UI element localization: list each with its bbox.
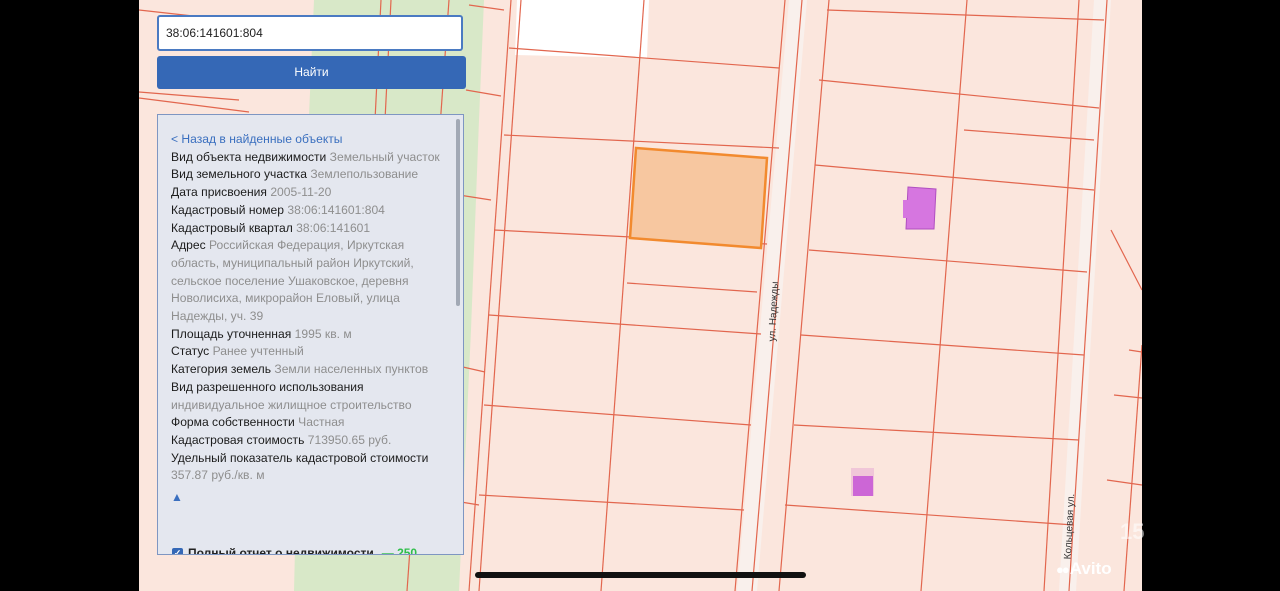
back-to-results-link[interactable]: < Назад в найденные объекты — [171, 131, 454, 149]
field-object-type: Вид объекта недвижимости Земельный участ… — [171, 149, 454, 167]
field-value: Российская Федерация, Иркутская область,… — [171, 238, 414, 324]
field-unit-value: Удельный показатель кадастровой стоимост… — [171, 450, 454, 485]
field-value: 38:06:141601:804 — [287, 202, 385, 217]
field-label: Кадастровый квартал — [171, 220, 293, 235]
field-cadastral-quarter: Кадастровый квартал 38:06:141601 — [171, 220, 454, 238]
field-value: 2005-11-20 — [270, 185, 332, 200]
field-value: 713950.65 руб. — [307, 432, 392, 447]
field-label: Вид земельного участка — [171, 167, 307, 182]
field-area: Площадь уточненная 1995 кв. м — [171, 326, 454, 344]
collapse-up-icon[interactable]: ▲ — [171, 489, 454, 507]
field-value: Землепользование — [310, 167, 419, 182]
building — [853, 476, 873, 496]
field-value: 1995 кв. м — [294, 326, 352, 341]
field-ownership: Форма собственности Частная — [171, 414, 454, 432]
field-value: индивидуальное жилищное строительство — [171, 397, 412, 412]
avito-logo: ●● Avito — [1056, 559, 1112, 579]
report-label: Полный отчет о недвижимости — [188, 546, 374, 555]
field-assignment-date: Дата присвоения 2005-11-20 — [171, 184, 454, 202]
full-report-option[interactable]: ✓ Полный отчет о недвижимости — 250 — [172, 546, 418, 555]
field-value: Частная — [298, 415, 345, 430]
field-label: Кадастровая стоимость — [171, 432, 305, 447]
search-button[interactable]: Найти — [157, 56, 466, 89]
selected-parcel[interactable] — [628, 146, 769, 250]
building-annex — [903, 200, 909, 218]
field-label: Вид объекта недвижимости — [171, 149, 327, 164]
info-content: < Назад в найденные объекты Вид объекта … — [171, 131, 454, 507]
field-label: Кадастровый номер — [171, 202, 284, 217]
field-cadastral-number: Кадастровый номер 38:06:141601:804 — [171, 202, 454, 220]
checkbox-checked-icon[interactable]: ✓ — [172, 548, 183, 554]
field-permitted-use: Вид разрешенного использования индивидуа… — [171, 379, 454, 414]
field-cadastral-value: Кадастровая стоимость 713950.65 руб. — [171, 432, 454, 450]
avito-text: Avito — [1069, 559, 1112, 578]
field-value: Земельный участок — [329, 149, 440, 164]
field-label: Статус — [171, 344, 210, 359]
field-land-type: Вид земельного участка Землепользование — [171, 166, 454, 184]
field-label: Удельный показатель кадастровой стоимост… — [171, 450, 429, 465]
object-info-panel[interactable]: < Назад в найденные объекты Вид объекта … — [157, 114, 464, 555]
field-label: Категория земель — [171, 362, 272, 377]
field-label: Дата присвоения — [171, 185, 267, 200]
field-label: Площадь уточненная — [171, 326, 292, 341]
unmapped-area — [515, 0, 649, 58]
report-price: — 250 — [381, 546, 418, 555]
field-status: Статус Ранее учтенный — [171, 343, 454, 361]
field-value: 38:06:141601 — [296, 220, 371, 235]
field-label: Вид разрешенного использования — [171, 379, 364, 394]
field-value: Ранее учтенный — [212, 344, 304, 359]
field-value: 357.87 руб./кв. м — [171, 468, 265, 483]
field-label: Адрес — [171, 238, 206, 253]
building — [905, 186, 937, 230]
home-indicator[interactable] — [475, 572, 806, 578]
watermark-number: 15 — [1120, 519, 1145, 544]
avito-dots-icon: ●● — [1056, 562, 1070, 577]
panel-scrollbar[interactable] — [456, 119, 460, 306]
field-land-category: Категория земель Земли населенных пункто… — [171, 361, 454, 379]
field-value: Земли населенных пунктов — [274, 362, 429, 377]
cadastral-search-input[interactable]: 38:06:141601:804 — [157, 15, 463, 51]
field-address: Адрес Российская Федерация, Иркутская об… — [171, 237, 454, 326]
field-label: Форма собственности — [171, 415, 295, 430]
